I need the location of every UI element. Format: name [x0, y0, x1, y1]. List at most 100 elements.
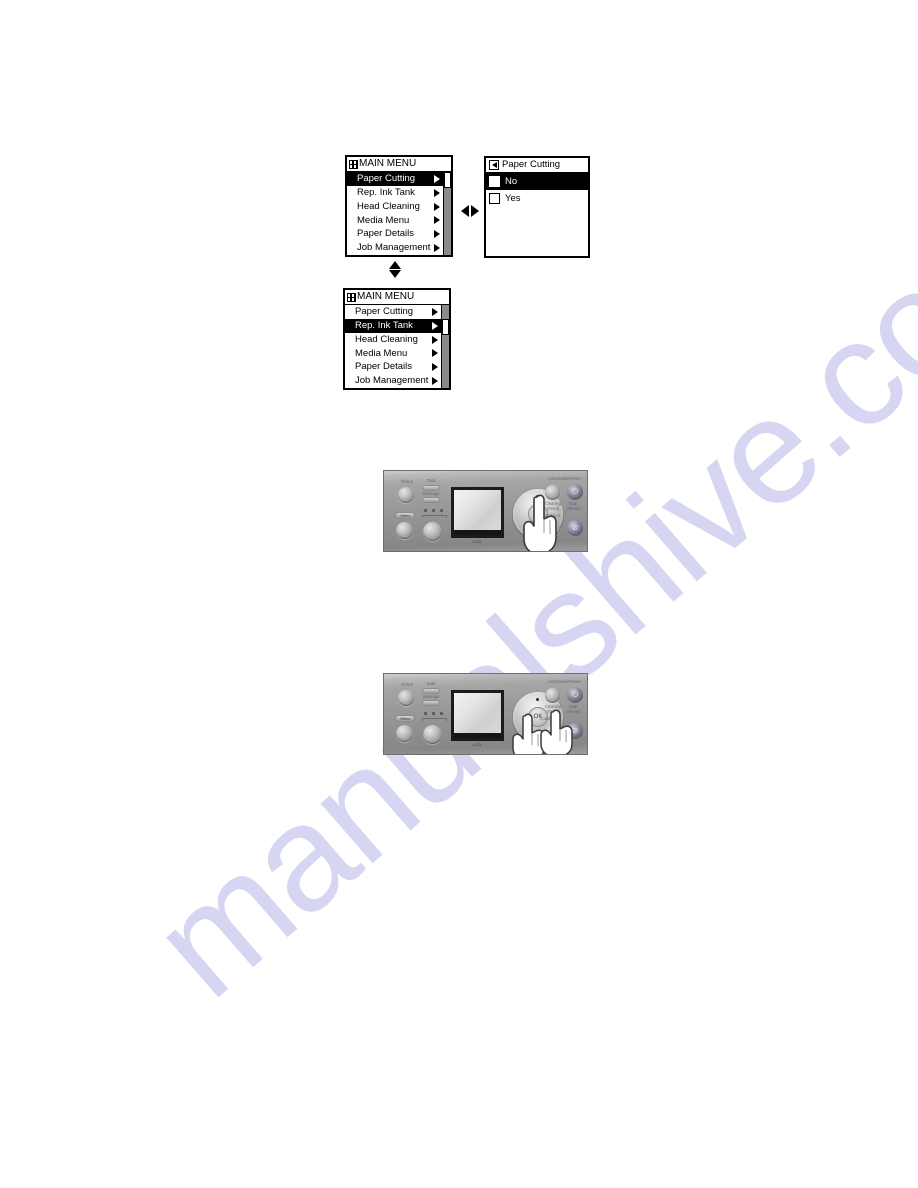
load-eject-button[interactable]: [545, 724, 560, 739]
ink-led-1: [424, 509, 427, 512]
connector-arrows-left-right: [461, 205, 479, 217]
load-eject-button[interactable]: [545, 521, 560, 536]
menu-item-label: Paper Details: [357, 229, 415, 239]
nav-left-button[interactable]: [396, 522, 413, 539]
lcd-scrollbar-thumb[interactable]: [444, 172, 451, 188]
lcd-titlebar: MAIN MENU: [347, 157, 451, 172]
stop-button[interactable]: ⊘: [567, 520, 583, 536]
online-button-label: Online: [400, 682, 414, 687]
watermark-text: manualshive.com: [121, 155, 918, 1029]
menu-item-label: Paper Cutting: [357, 174, 416, 184]
power-button[interactable]: ⏻: [567, 484, 583, 500]
triangle-up-icon: [389, 261, 401, 269]
menu-item-label: Head Cleaning: [355, 334, 418, 345]
chevron-right-icon: [434, 230, 440, 239]
power-button[interactable]: ⏻: [567, 687, 583, 703]
power-icon: ⏻: [571, 690, 579, 699]
submenu-option-label: No: [505, 175, 518, 187]
lcd-caption: LCD: [472, 742, 481, 747]
menu-item-head-cleaning[interactable]: Head Cleaning: [347, 199, 443, 214]
online-button-label: Online: [400, 479, 414, 484]
reset-button-label: (Reset): [567, 506, 581, 511]
menu-item-rep-ink-tank[interactable]: Rep. Ink Tank: [347, 185, 443, 200]
menu-item-paper-details[interactable]: Paper Details: [345, 360, 441, 375]
chevron-right-icon: [432, 377, 438, 386]
message-lamp-label: Message: [422, 694, 440, 699]
load-eject-button-label: Load/Eject: [540, 716, 560, 721]
chevron-right-icon: [434, 188, 440, 197]
menu-item-media-menu[interactable]: Media Menu: [347, 213, 443, 228]
menu-item-label: Rep. Ink Tank: [357, 187, 415, 198]
power-button-label: Power: [569, 476, 581, 481]
lcd-main-menu-panel-2: MAIN MENU Paper Cutting Rep. Ink Tank He…: [343, 288, 451, 390]
menu-item-label: Media Menu: [355, 348, 408, 359]
lcd-caption: LCD: [472, 539, 481, 544]
lcd-title-text: MAIN MENU: [359, 158, 417, 169]
menu-item-job-management[interactable]: Job Management: [347, 241, 443, 255]
dial-top-indicator: [536, 698, 539, 701]
online-button[interactable]: [398, 690, 414, 706]
menu-item-paper-details[interactable]: Paper Details: [347, 227, 443, 242]
lcd-scrollbar-thumb[interactable]: [442, 319, 449, 335]
stop-button[interactable]: ⊘: [567, 723, 583, 739]
chevron-right-icon: [432, 349, 438, 358]
back-arrow-icon[interactable]: [489, 160, 499, 170]
triangle-down-icon: [389, 270, 401, 278]
printer-lcd-screen: [451, 690, 504, 741]
menu-item-label: Head Cleaning: [357, 201, 420, 212]
chevron-right-icon: [434, 174, 440, 183]
menu-item-label: Job Management: [355, 376, 429, 386]
checkbox-icon[interactable]: [489, 193, 500, 204]
ink-level-scale: [422, 515, 447, 518]
printer-control-panel-2: Online Data Message Menu LCD OK Informat…: [383, 673, 588, 755]
chevron-right-icon: [434, 216, 440, 225]
menu-item-job-management[interactable]: Job Management: [345, 374, 441, 388]
ink-led-1: [424, 712, 427, 715]
menu-item-paper-cutting[interactable]: Paper Cutting: [345, 305, 441, 319]
submenu-option-yes[interactable]: Yes: [486, 190, 588, 207]
triangle-right-icon: [471, 205, 479, 217]
online-button[interactable]: [398, 487, 414, 503]
information-button[interactable]: [545, 485, 560, 500]
lcd-menu-list: Paper Cutting Rep. Ink Tank Head Cleanin…: [345, 305, 441, 388]
message-lamp: [422, 497, 440, 503]
menu-item-label: Paper Details: [355, 362, 413, 372]
lcd-body: Paper Cutting Rep. Ink Tank Head Cleanin…: [345, 305, 449, 388]
printer-control-panel-1: Online Data Message Menu LCD OK Informat…: [383, 470, 588, 552]
lcd-scrollbar[interactable]: [443, 172, 451, 255]
chevron-right-icon: [432, 321, 438, 330]
menu-item-rep-ink-tank[interactable]: Rep. Ink Tank: [345, 318, 441, 333]
submenu-option-list: No Yes: [486, 173, 588, 207]
menu-item-label: Rep. Ink Tank: [355, 320, 413, 331]
nav-left-button[interactable]: [396, 725, 413, 742]
lcd-title-text: MAIN MENU: [357, 291, 415, 302]
reset-button-label: (Reset): [567, 709, 581, 714]
menu-button-label: Menu: [400, 512, 411, 518]
menu-item-media-menu[interactable]: Media Menu: [345, 346, 441, 361]
lcd-body: Paper Cutting Rep. Ink Tank Head Cleanin…: [347, 172, 451, 255]
lcd-titlebar: MAIN MENU: [345, 290, 449, 305]
lcd-menu-list: Paper Cutting Rep. Ink Tank Head Cleanin…: [347, 172, 443, 255]
menu-item-paper-cutting[interactable]: Paper Cutting: [347, 172, 443, 186]
checkbox-icon[interactable]: [489, 176, 500, 187]
lcd-main-menu-panel-1: MAIN MENU Paper Cutting Rep. Ink Tank He…: [345, 155, 453, 257]
triangle-left-icon: [461, 205, 469, 217]
data-lamp-label: Data: [426, 681, 436, 686]
submenu-option-no[interactable]: No: [486, 173, 588, 190]
menu-grid-icon: [347, 292, 356, 302]
chevron-right-icon: [432, 363, 438, 372]
nav-right-button[interactable]: [423, 725, 442, 744]
nav-right-button[interactable]: [423, 522, 442, 541]
menu-item-label: Paper Cutting: [355, 307, 414, 317]
power-icon: ⏻: [571, 487, 579, 496]
menu-item-label: Job Management: [357, 243, 431, 253]
connector-arrows-up-down: [389, 261, 401, 278]
information-button[interactable]: [545, 688, 560, 703]
menu-item-label: Media Menu: [357, 215, 410, 226]
submenu-option-label: Yes: [505, 192, 521, 204]
ink-led-3: [440, 509, 443, 512]
load-eject-button-label: Load/Eject: [540, 513, 560, 518]
menu-item-head-cleaning[interactable]: Head Cleaning: [345, 332, 441, 347]
menu-grid-icon: [349, 159, 358, 169]
lcd-scrollbar[interactable]: [441, 305, 449, 388]
